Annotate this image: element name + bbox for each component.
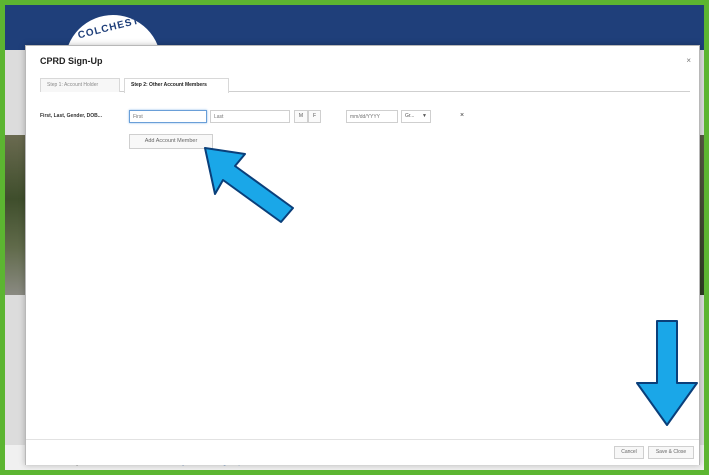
gender-male-toggle[interactable]: M [294, 110, 308, 123]
tab-account-holder[interactable]: Step 1: Account Holder [40, 78, 120, 92]
tab-other-account-members[interactable]: Step 2: Other Account Members [124, 78, 229, 93]
modal-title: CPRD Sign-Up [40, 56, 103, 66]
save-and-close-button[interactable]: Save & Close [648, 446, 694, 459]
remove-member-icon[interactable]: × [460, 112, 464, 119]
modal-footer: Cancel Save & Close [26, 439, 699, 465]
grade-select[interactable]: Gr... ▼ [401, 110, 431, 123]
last-name-input[interactable] [210, 110, 290, 123]
signup-modal: CPRD Sign-Up × Step 1: Account Holder St… [25, 45, 700, 465]
screenshot-frame: COLCHESTER Bayside Park Bayside Park is … [0, 0, 709, 475]
grade-select-value: Gr... [405, 113, 415, 119]
annotation-arrow-save [636, 320, 698, 426]
gender-female-toggle[interactable]: F [308, 110, 321, 123]
cancel-button[interactable]: Cancel [614, 446, 644, 459]
close-icon[interactable]: × [686, 56, 691, 65]
step-tabs: Step 1: Account Holder Step 2: Other Acc… [40, 78, 690, 93]
dob-input[interactable] [346, 110, 398, 123]
first-name-input[interactable] [129, 110, 207, 123]
annotation-arrow-add-member [204, 147, 294, 223]
chevron-down-icon: ▼ [422, 113, 427, 119]
member-row-label: First, Last, Gender, DOB... [40, 113, 102, 119]
